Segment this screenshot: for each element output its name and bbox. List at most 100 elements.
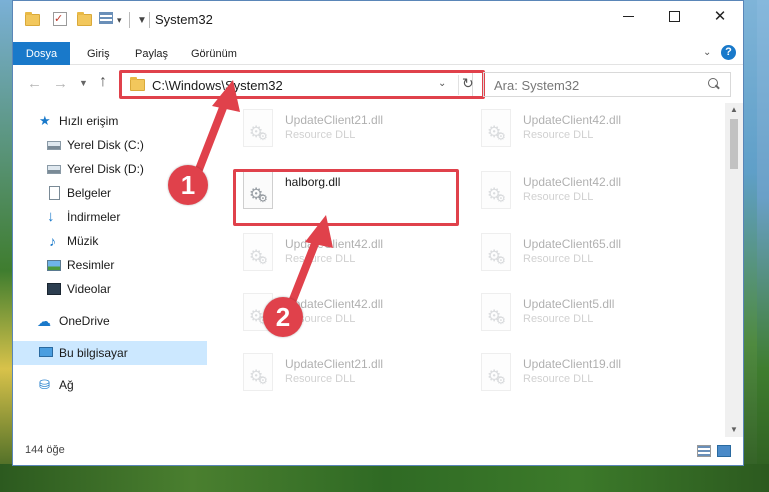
dll-file-icon: [243, 233, 273, 271]
new-folder-icon[interactable]: [77, 12, 92, 28]
drive-icon: [47, 141, 61, 150]
sidebar-item-label: Yerel Disk (D:): [67, 162, 144, 176]
sidebar-item-label: Resimler: [67, 258, 115, 272]
scroll-down-icon[interactable]: ▼: [730, 425, 738, 434]
recent-locations-icon[interactable]: ▼: [79, 78, 88, 88]
item-count: 144 öğe: [25, 444, 65, 456]
file-item[interactable]: UpdateClient42.dll Resource DLL: [237, 229, 457, 281]
sidebar-item-music[interactable]: ♪ Müzik: [13, 229, 207, 253]
sidebar-item-videos[interactable]: Videolar: [13, 277, 207, 301]
back-arrow-icon[interactable]: ←: [27, 75, 42, 92]
up-arrow-icon[interactable]: ↑: [99, 73, 107, 91]
sidebar-item-drive-c[interactable]: Yerel Disk (C:): [13, 133, 207, 157]
file-item[interactable]: UpdateClient42.dll Resource DLL: [475, 167, 695, 219]
close-button[interactable]: ✕: [697, 1, 743, 31]
title-bar: ✓ ▾ ▼ System32 ✕: [13, 1, 743, 39]
step-2-badge: 2: [263, 297, 303, 337]
dll-file-icon: [481, 293, 511, 331]
dll-file-icon: [481, 353, 511, 391]
desktop-wallpaper-bottom: [0, 464, 769, 492]
file-type: Resource DLL: [285, 129, 356, 141]
sidebar-item-label: Belgeler: [67, 186, 112, 200]
sidebar-item-pictures[interactable]: Resimler: [13, 253, 207, 277]
list-properties-icon[interactable]: [99, 12, 113, 24]
video-icon: [47, 283, 61, 295]
desktop-wallpaper-right: [757, 0, 769, 492]
pin-icon: [195, 235, 203, 245]
file-type: Resource DLL: [523, 313, 594, 325]
file-list: UpdateClient21.dll Resource DLL UpdateCl…: [209, 103, 725, 437]
pin-icon: [195, 139, 203, 149]
navigation-pane: ★ Hızlı erişim Yerel Disk (C:) Yerel Dis…: [13, 103, 209, 437]
properties-check-icon[interactable]: ✓: [53, 12, 67, 26]
vertical-scrollbar[interactable]: ▲ ▼: [725, 103, 743, 437]
minimize-button[interactable]: [605, 1, 651, 31]
sidebar-item-network[interactable]: ⛁ Ağ: [13, 373, 207, 397]
drive-icon: [47, 165, 61, 174]
file-item[interactable]: UpdateClient42.dll Resource DLL: [475, 105, 695, 157]
navigation-row: ← → ▼ ↑ C:\Windows\System32 ⌄ ↻ Ara: Sys…: [13, 65, 743, 103]
file-name: UpdateClient42.dll: [523, 175, 622, 189]
large-icons-view-icon[interactable]: [717, 445, 731, 457]
forward-arrow-icon[interactable]: →: [53, 75, 68, 92]
folder-icon: [25, 12, 41, 28]
dll-file-icon: [481, 171, 511, 209]
sidebar-item-label: Müzik: [67, 234, 99, 248]
file-type: Resource DLL: [523, 129, 594, 141]
file-item[interactable]: UpdateClient19.dll Resource DLL: [475, 349, 695, 401]
chevron-down-icon[interactable]: ⌄: [438, 78, 446, 89]
chevron-down-icon[interactable]: ▾: [117, 12, 122, 28]
file-item[interactable]: UpdateClient5.dll Resource DLL: [475, 289, 695, 341]
dll-file-icon: [481, 109, 511, 147]
dll-file-icon: [243, 109, 273, 147]
file-name: UpdateClient42.dll: [523, 113, 622, 127]
sidebar-item-quick-access[interactable]: ★ Hızlı erişim: [13, 109, 207, 133]
file-type: Resource DLL: [285, 373, 356, 385]
search-input[interactable]: Ara: System32: [494, 78, 579, 93]
sidebar-item-this-pc[interactable]: Bu bilgisayar: [13, 341, 207, 365]
file-type: Resource DLL: [523, 253, 594, 265]
sidebar-item-label: Hızlı erişim: [59, 114, 119, 128]
sidebar-item-downloads[interactable]: ↓ İndirmeler: [13, 205, 207, 229]
file-name: UpdateClient21.dll: [285, 113, 384, 127]
file-item[interactable]: UpdateClient21.dll Resource DLL: [237, 105, 457, 157]
file-name: UpdateClient42.dll: [285, 237, 384, 251]
expand-ribbon-icon[interactable]: ⌄: [703, 47, 711, 58]
scroll-thumb[interactable]: [730, 119, 738, 169]
sidebar-item-label: Videolar: [67, 282, 111, 296]
quick-access-divider: [129, 12, 130, 28]
file-item[interactable]: UpdateClient21.dll Resource DLL: [237, 349, 457, 401]
minimize-icon: [622, 15, 634, 17]
sidebar-item-label: Bu bilgisayar: [59, 346, 128, 360]
step-1-badge: 1: [168, 165, 208, 205]
file-item[interactable]: UpdateClient65.dll Resource DLL: [475, 229, 695, 281]
tab-share[interactable]: Paylaş: [125, 43, 178, 65]
network-icon: ⛁: [39, 377, 50, 392]
file-name: UpdateClient65.dll: [523, 237, 622, 251]
search-box[interactable]: Ara: System32: [483, 72, 731, 97]
customize-toolbar-icon[interactable]: ▼: [137, 12, 147, 28]
computer-icon: [39, 347, 53, 357]
folder-icon: [130, 77, 145, 94]
document-icon: [49, 186, 60, 200]
tab-file[interactable]: Dosya: [13, 42, 70, 66]
cloud-icon: ☁: [37, 313, 51, 329]
tab-home[interactable]: Giriş: [77, 43, 120, 65]
pin-icon: [195, 283, 203, 293]
help-icon[interactable]: ?: [721, 45, 736, 60]
search-icon[interactable]: [706, 77, 720, 91]
refresh-icon[interactable]: ↻: [458, 75, 474, 95]
star-icon: ★: [39, 113, 51, 128]
address-bar[interactable]: C:\Windows\System32 ⌄ ↻: [121, 72, 474, 97]
maximize-button[interactable]: [651, 1, 697, 31]
file-type: Resource DLL: [523, 373, 594, 385]
file-type: Resource DLL: [285, 253, 356, 265]
address-path[interactable]: C:\Windows\System32: [152, 78, 283, 93]
tab-view[interactable]: Görünüm: [181, 43, 247, 65]
scroll-up-icon[interactable]: ▲: [730, 105, 738, 114]
file-highlight: [233, 169, 459, 226]
pin-icon: [195, 259, 203, 269]
details-view-icon[interactable]: [697, 445, 711, 457]
sidebar-item-onedrive[interactable]: ☁ OneDrive: [13, 309, 207, 333]
file-type: Resource DLL: [523, 191, 594, 203]
